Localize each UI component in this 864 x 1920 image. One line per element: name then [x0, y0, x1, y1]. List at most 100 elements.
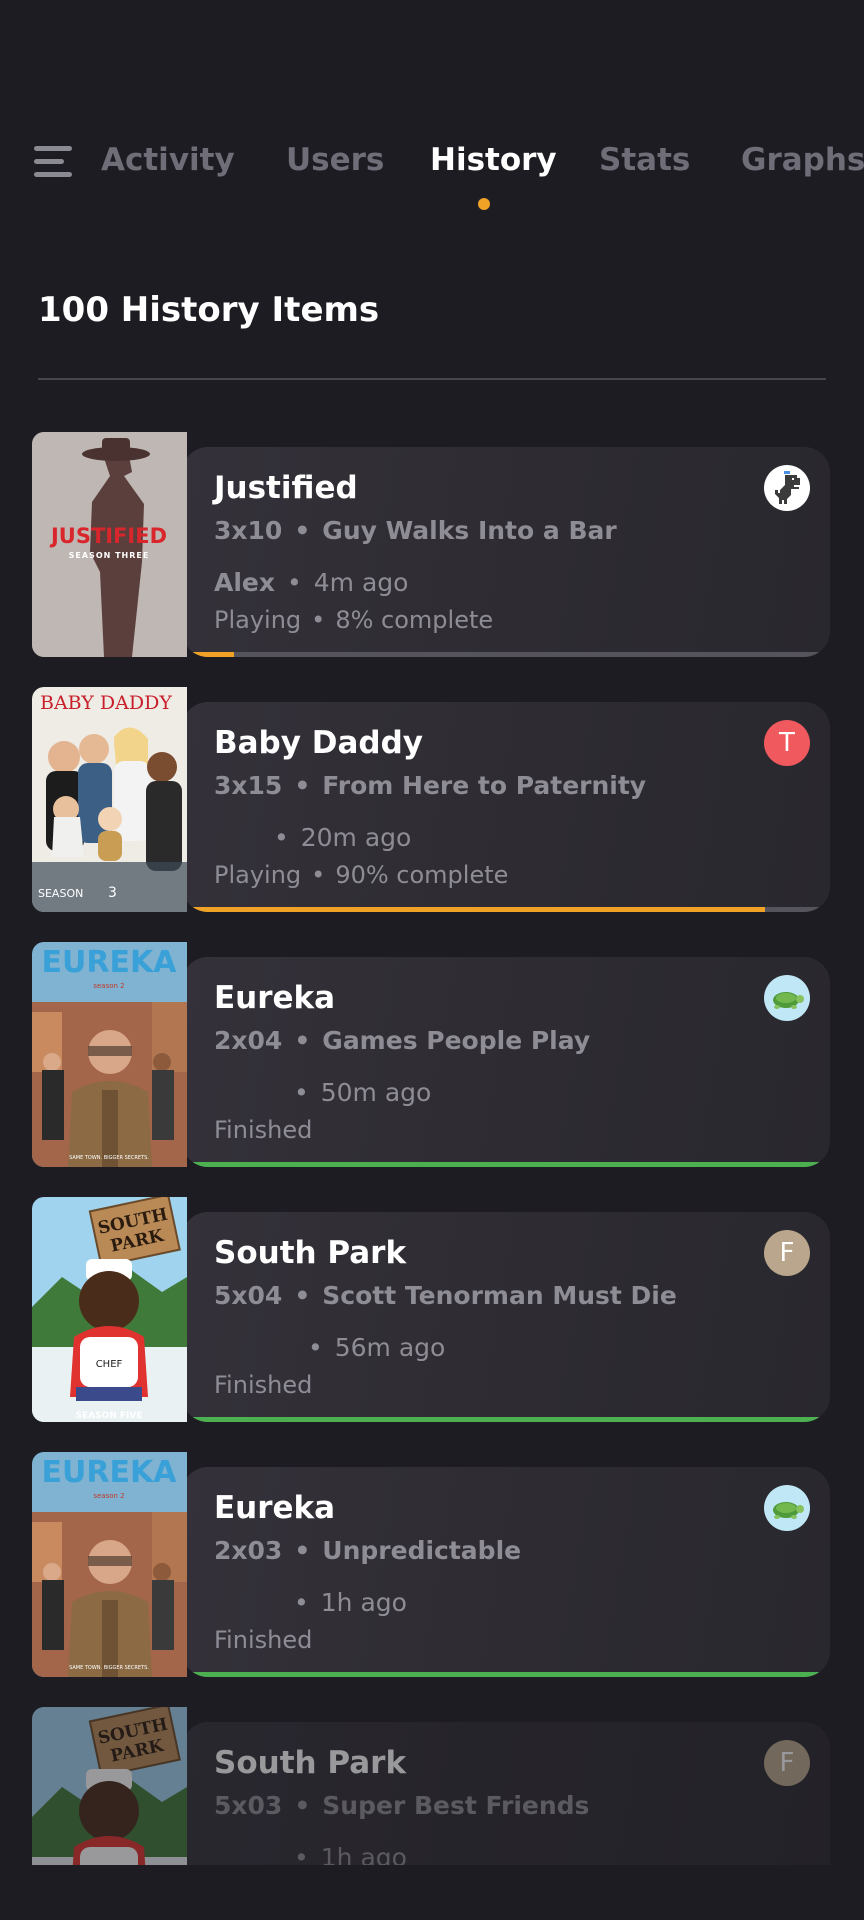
show-title: South Park: [214, 1235, 407, 1271]
time-ago: 1h ago: [320, 1588, 407, 1617]
episode-info: 2x04 • Games People Play: [214, 1026, 591, 1055]
poster-title-text: EUREKA: [42, 945, 178, 980]
history-item[interactable]: JUSTIFIED SEASON THREE Justified 3x10 • Gu…: [32, 432, 830, 657]
episode-info: 3x15 • From Here to Paternity: [214, 771, 647, 800]
dino-icon[interactable]: [764, 465, 810, 511]
avatar-letter: F: [779, 1748, 795, 1778]
user-avatar[interactable]: T: [764, 720, 810, 766]
poster-title-text: BABY DADDY: [40, 692, 172, 714]
top-navigation: Activity Users History Stats Graphs: [0, 0, 864, 230]
tab-history[interactable]: History: [430, 140, 557, 180]
poster-subtitle-text: season 2: [93, 982, 124, 990]
playback-status: Playing • 8% complete: [214, 606, 494, 634]
history-item[interactable]: EUREKA season 2 SAME TOWN. BIGGER SECRET…: [32, 942, 830, 1167]
playback-status: Finished: [214, 1371, 312, 1399]
history-item[interactable]: SOUTH PARK CHEF South Park 5x03•Super Be…: [32, 1707, 830, 1865]
show-title: Eureka: [214, 980, 336, 1016]
tab-stats[interactable]: Stats: [599, 140, 690, 180]
user-avatar[interactable]: F: [764, 1230, 810, 1276]
tab-activity[interactable]: Activity: [101, 140, 235, 180]
history-item[interactable]: SOUTH PARK CHEF SEASON FIVE South Park 5…: [32, 1197, 830, 1422]
playback-status: Finished: [214, 1116, 312, 1144]
episode-number: 3x15: [214, 771, 283, 800]
episode-number: 2x03: [214, 1536, 283, 1565]
history-item[interactable]: EUREKA season 2 SAME TOWN. BIGGER SECRET…: [32, 1452, 830, 1677]
percent-complete: 90% complete: [335, 861, 509, 889]
percent-complete: 8% complete: [335, 606, 494, 634]
eureka-poster[interactable]: EUREKA season 2 SAME TOWN. BIGGER SECRET…: [32, 1452, 187, 1677]
progress-fill: [182, 1162, 830, 1167]
tab-users[interactable]: Users: [286, 140, 384, 180]
user-time-info: • 1h ago: [294, 1588, 407, 1617]
show-title: Justified: [214, 470, 358, 506]
progress-track: [182, 1672, 830, 1677]
time-ago: 4m ago: [313, 568, 409, 597]
episode-info: 5x03 • Super Best Friends: [214, 1791, 590, 1820]
turtle-icon[interactable]: [764, 1485, 810, 1531]
state-label: Finished: [214, 1116, 313, 1144]
progress-fill: [182, 652, 234, 657]
time-ago: 20m ago: [300, 823, 412, 852]
south-park-poster[interactable]: SOUTH PARK CHEF: [32, 1707, 187, 1865]
turtle-icon[interactable]: [764, 975, 810, 1021]
playback-status: Finished: [214, 1626, 312, 1654]
show-title: Baby Daddy: [214, 725, 423, 761]
episode-title: From Here to Paternity: [322, 771, 647, 800]
tab-graphs[interactable]: Graphs: [741, 140, 864, 180]
user-time-info: Alex • 4m ago: [214, 568, 409, 597]
progress-fill: [182, 1417, 830, 1422]
user-avatar[interactable]: F: [764, 1740, 810, 1786]
episode-info: 5x04 • Scott Tenorman Must Die: [214, 1281, 677, 1310]
episode-info: 2x03 • Unpredictable: [214, 1536, 522, 1565]
south-park-poster[interactable]: SOUTH PARK CHEF SEASON FIVE: [32, 1197, 187, 1422]
history-count-title: 100 History Items: [38, 290, 380, 330]
active-tab-indicator: [478, 198, 490, 210]
eureka-poster[interactable]: EUREKA season 2 SAME TOWN. BIGGER SECRET…: [32, 942, 187, 1167]
show-title: South Park: [214, 1745, 407, 1781]
user-time-info: • 1h ago: [214, 1843, 407, 1865]
divider: [38, 378, 826, 380]
time-ago: 56m ago: [334, 1333, 446, 1362]
avatar-letter: F: [779, 1238, 795, 1268]
user-time-info: • 56m ago: [308, 1333, 446, 1362]
poster-title-text: JUSTIFIED: [49, 524, 167, 548]
hamburger-menu-icon[interactable]: [34, 144, 72, 180]
state-label: Finished: [214, 1626, 313, 1654]
user-time-info: • 20m ago: [274, 823, 412, 852]
show-title: Eureka: [214, 1490, 336, 1526]
episode-number: 5x03: [214, 1791, 283, 1820]
poster-tagline-text: SAME TOWN. BIGGER SECRETS.: [69, 1665, 149, 1671]
progress-track: [182, 1417, 830, 1422]
episode-info: 3x10 • Guy Walks Into a Bar: [214, 516, 617, 545]
progress-track: [182, 1162, 830, 1167]
state-label: Playing: [214, 606, 302, 634]
time-ago: 1h ago: [320, 1843, 407, 1865]
episode-title: Games People Play: [322, 1026, 591, 1055]
poster-subtitle-text: SEASON THREE: [69, 551, 150, 560]
history-item[interactable]: BABY DADDY SEASON 3 Baby Daddy 3x15 • From…: [32, 687, 830, 912]
episode-title: Super Best Friends: [322, 1791, 590, 1820]
poster-title-text: EUREKA: [42, 1455, 178, 1490]
poster-tagline-text: SAME TOWN. BIGGER SECRETS.: [69, 1155, 149, 1161]
avatar-letter: T: [779, 728, 795, 758]
state-label: Finished: [214, 1371, 313, 1399]
justified-poster[interactable]: JUSTIFIED SEASON THREE: [32, 432, 187, 657]
baby-daddy-poster[interactable]: BABY DADDY SEASON 3: [32, 687, 187, 912]
playback-status: Playing • 90% complete: [214, 861, 509, 889]
poster-subtitle-text: season 2: [93, 1492, 124, 1500]
episode-title: Unpredictable: [322, 1536, 522, 1565]
episode-number: 2x04: [214, 1026, 283, 1055]
episode-title: Guy Walks Into a Bar: [322, 516, 617, 545]
progress-track: [182, 907, 830, 912]
progress-fill: [182, 1672, 830, 1677]
user-name: Alex: [214, 568, 275, 597]
progress-fill: [182, 907, 766, 912]
poster-season-text: SEASON FIVE: [75, 1411, 142, 1421]
time-ago: 50m ago: [320, 1078, 432, 1107]
poster-chef-label: CHEF: [96, 1359, 123, 1370]
state-label: Playing: [214, 861, 302, 889]
progress-track: [182, 652, 830, 657]
episode-number: 3x10: [214, 516, 283, 545]
poster-season-number: 3: [108, 885, 117, 901]
user-time-info: • 50m ago: [294, 1078, 432, 1107]
